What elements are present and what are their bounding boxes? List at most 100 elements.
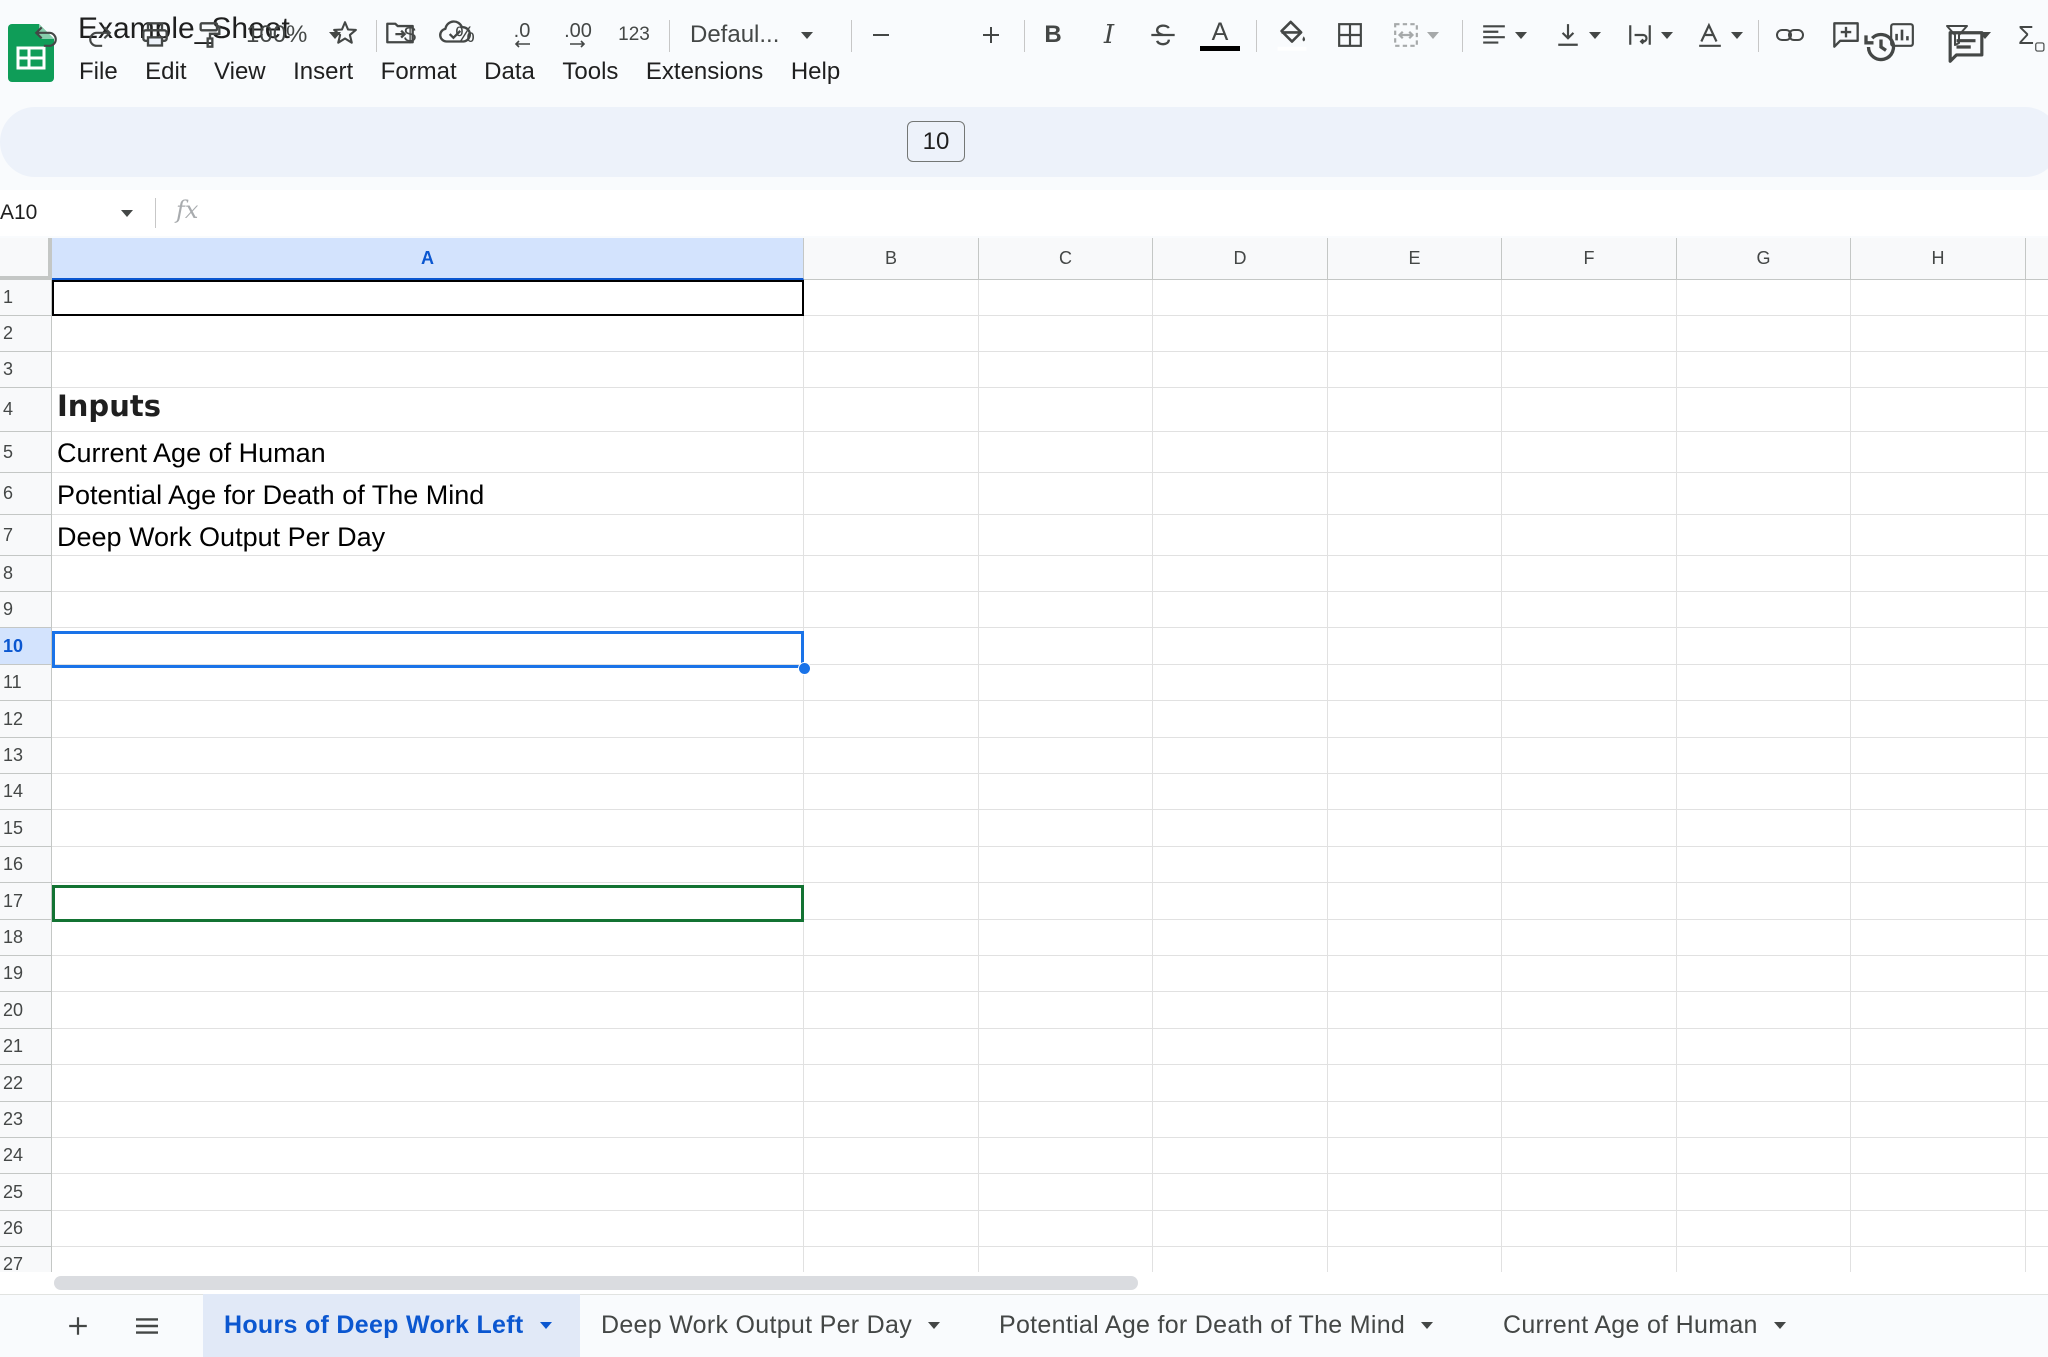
currency-format-button[interactable]: $ xyxy=(395,0,425,70)
column-header-g[interactable]: G xyxy=(1677,238,1851,280)
font-family-select[interactable]: Defaul... xyxy=(690,0,830,70)
chevron-down-icon[interactable] xyxy=(539,1322,552,1329)
chevron-down-icon[interactable] xyxy=(121,210,133,217)
zoom-select[interactable]: 100% xyxy=(246,0,356,70)
cell-a7[interactable]: Deep Work Output Per Day xyxy=(57,522,385,553)
row-header-15[interactable]: 15 xyxy=(0,810,52,847)
column-header-i[interactable] xyxy=(2026,238,2048,280)
row-gridline xyxy=(52,555,2048,556)
text-wrapping-button[interactable] xyxy=(1620,0,1680,70)
cell-a6[interactable]: Potential Age for Death of The Mind xyxy=(57,480,484,511)
bold-icon[interactable]: B xyxy=(1036,0,1070,70)
insert-link-icon[interactable] xyxy=(1770,0,1810,70)
percent-format-button[interactable]: % xyxy=(450,0,480,70)
borders-icon[interactable] xyxy=(1330,0,1370,70)
row-header-22[interactable]: 22 xyxy=(0,1065,52,1102)
cell-a4[interactable]: Inputs xyxy=(57,389,161,423)
sheet-tab-hours-of-deep-work-left[interactable]: Hours of Deep Work Left xyxy=(203,1294,580,1357)
number-format-button[interactable]: 123 xyxy=(614,0,654,70)
row-gridline xyxy=(52,846,2048,847)
name-box[interactable]: A10 xyxy=(0,198,140,228)
add-sheet-icon[interactable] xyxy=(62,1294,94,1357)
formula-input[interactable] xyxy=(210,194,2040,232)
column-gridline xyxy=(2025,280,2026,1273)
row-header-26[interactable]: 26 xyxy=(0,1211,52,1247)
cell-a1-border[interactable] xyxy=(52,280,804,316)
column-header-b[interactable]: B xyxy=(804,238,979,280)
undo-icon[interactable] xyxy=(26,0,66,70)
decrease-font-size-icon[interactable] xyxy=(866,0,896,70)
toolbar-divider xyxy=(1462,20,1463,52)
cell-a17-highlight[interactable] xyxy=(52,885,804,922)
vertical-align-button[interactable] xyxy=(1548,0,1608,70)
row-header-27[interactable]: 27 xyxy=(0,1247,52,1273)
chevron-down-icon xyxy=(1979,31,1991,39)
font-size-input[interactable]: 10 xyxy=(907,121,965,162)
column-header-a[interactable]: A xyxy=(52,238,804,280)
spreadsheet-grid[interactable]: A B C D E F G H 1 2 3 4 5 6 7 8 9 10 11 12 13 14 15 16 1… xyxy=(0,238,2048,1273)
row-gridline xyxy=(52,882,2048,883)
active-cell-a10[interactable] xyxy=(52,631,804,668)
column-header-f[interactable]: F xyxy=(1502,238,1677,280)
insert-comment-icon[interactable] xyxy=(1826,0,1866,70)
functions-icon[interactable]: Σ xyxy=(2018,0,2048,70)
text-color-button[interactable]: A xyxy=(1198,0,1242,70)
increase-font-size-icon[interactable] xyxy=(976,0,1006,70)
horizontal-align-button[interactable] xyxy=(1474,0,1534,70)
fill-color-icon[interactable] xyxy=(1270,0,1314,70)
print-icon[interactable] xyxy=(135,0,175,70)
row-header-24[interactable]: 24 xyxy=(0,1138,52,1174)
row-header-21[interactable]: 21 xyxy=(0,1029,52,1065)
text-rotation-button[interactable] xyxy=(1690,0,1750,70)
sheet-tab-potential-age-for-death-of-the-mind[interactable]: Potential Age for Death of The Mind xyxy=(978,1294,1498,1357)
row-header-7[interactable]: 7 xyxy=(0,515,52,556)
redo-icon[interactable] xyxy=(80,0,120,70)
chevron-down-icon[interactable] xyxy=(1773,1322,1786,1329)
horizontal-scrollbar-thumb[interactable] xyxy=(54,1276,1138,1290)
row-header-2[interactable]: 2 xyxy=(0,316,52,352)
row-header-5[interactable]: 5 xyxy=(0,432,52,473)
row-header-12[interactable]: 12 xyxy=(0,701,52,738)
decrease-decimals-button[interactable]: .0 xyxy=(502,0,542,70)
column-header-e[interactable]: E xyxy=(1328,238,1502,280)
paint-format-icon[interactable] xyxy=(190,0,230,70)
toolbar xyxy=(0,107,2048,177)
row-header-16[interactable]: 16 xyxy=(0,847,52,883)
column-header-c[interactable]: C xyxy=(979,238,1153,280)
row-header-10[interactable]: 10 xyxy=(0,628,52,665)
row-header-1[interactable]: 1 xyxy=(0,280,52,316)
row-gridline xyxy=(52,1173,2048,1174)
sheet-tab-current-age-of-human[interactable]: Current Age of Human xyxy=(1482,1294,1822,1357)
row-header-13[interactable]: 13 xyxy=(0,738,52,774)
row-header-8[interactable]: 8 xyxy=(0,556,52,592)
toolbar-divider xyxy=(851,20,852,52)
cell-a5[interactable]: Current Age of Human xyxy=(57,438,326,469)
row-header-17[interactable]: 17 xyxy=(0,883,52,920)
row-header-23[interactable]: 23 xyxy=(0,1102,52,1138)
column-header-h[interactable]: H xyxy=(1851,238,2026,280)
filter-button[interactable] xyxy=(1938,0,1998,70)
strikethrough-icon[interactable] xyxy=(1146,0,1180,70)
all-sheets-menu-icon[interactable] xyxy=(130,1294,164,1357)
chevron-down-icon[interactable] xyxy=(1421,1322,1434,1329)
row-header-14[interactable]: 14 xyxy=(0,774,52,810)
row-header-9[interactable]: 9 xyxy=(0,592,52,628)
select-all-corner[interactable] xyxy=(0,238,52,280)
merge-cells-button[interactable] xyxy=(1386,0,1446,70)
row-header-18[interactable]: 18 xyxy=(0,920,52,956)
insert-chart-icon[interactable] xyxy=(1882,0,1922,70)
italic-icon[interactable]: I xyxy=(1092,0,1126,70)
column-header-d[interactable]: D xyxy=(1153,238,1328,280)
row-header-3[interactable]: 3 xyxy=(0,352,52,388)
row-gridline xyxy=(52,431,2048,432)
row-header-19[interactable]: 19 xyxy=(0,956,52,992)
sheet-tab-deep-work-output-per-day[interactable]: Deep Work Output Per Day xyxy=(580,1294,980,1357)
chevron-down-icon[interactable] xyxy=(928,1322,941,1329)
row-header-20[interactable]: 20 xyxy=(0,992,52,1029)
fill-handle[interactable] xyxy=(798,662,811,675)
row-header-25[interactable]: 25 xyxy=(0,1174,52,1211)
row-header-6[interactable]: 6 xyxy=(0,473,52,515)
row-header-11[interactable]: 11 xyxy=(0,665,52,701)
row-header-4[interactable]: 4 xyxy=(0,388,52,432)
increase-decimals-button[interactable]: .00 xyxy=(556,0,600,70)
